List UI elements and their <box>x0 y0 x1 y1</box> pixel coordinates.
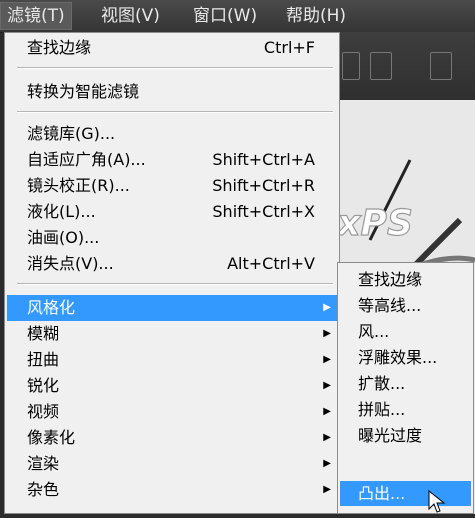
menu-item-label: 视频 <box>27 402 60 421</box>
submenu-item-trace-contour[interactable]: 等高线... <box>340 293 471 318</box>
options-toolbar <box>340 32 475 100</box>
submenu-item-find-edges[interactable]: 查找边缘 <box>340 267 471 292</box>
submenu-arrow-icon: ▶ <box>323 328 331 339</box>
submenu-item-extrude[interactable]: 凸出... <box>340 481 471 506</box>
submenu-item-solarize[interactable]: 曝光过度 <box>340 423 471 448</box>
menu-item-pixelate[interactable]: 像素化 ▶ <box>7 425 337 451</box>
menu-item-label: 模糊 <box>27 324 60 343</box>
menu-item-label: 液化(L)... <box>27 202 96 221</box>
submenu-item-tiles[interactable]: 拼贴... <box>340 397 471 422</box>
menu-window[interactable]: 窗口(W) <box>187 3 263 29</box>
submenu-arrow-icon: ▶ <box>323 354 331 365</box>
menu-item-label: 镜头校正(R)... <box>27 176 130 195</box>
menu-item-last-filter[interactable]: 查找边缘 Ctrl+F <box>7 35 337 61</box>
menu-item-label: 自适应广角(A)... <box>27 150 146 169</box>
menu-item-video[interactable]: 视频 ▶ <box>7 399 337 425</box>
menu-item-label: 拼贴... <box>358 400 406 419</box>
align-center-icon[interactable] <box>370 52 392 80</box>
menu-item-label: 像素化 <box>27 428 76 447</box>
menu-item-sharpen[interactable]: 锐化 ▶ <box>7 373 337 399</box>
distribute-icon[interactable] <box>342 52 360 80</box>
menu-item-adaptive-wide-angle[interactable]: 自适应广角(A)... Shift+Ctrl+A <box>7 147 337 173</box>
menu-item-label: 转换为智能滤镜 <box>27 82 140 101</box>
submenu-arrow-icon: ▶ <box>323 484 331 495</box>
menu-item-label: 曝光过度 <box>358 426 423 445</box>
menu-help[interactable]: 帮助(H) <box>280 3 352 29</box>
menu-item-liquify[interactable]: 液化(L)... Shift+Ctrl+X <box>7 199 337 225</box>
shortcut-label: Alt+Ctrl+V <box>227 254 315 273</box>
submenu-item-diffuse[interactable]: 扩散... <box>340 371 471 396</box>
menu-item-label: 消失点(V)... <box>27 254 114 273</box>
distribute-horizontal-icon[interactable] <box>430 52 452 80</box>
menu-item-stylize[interactable]: 风格化 ▶ <box>7 295 337 321</box>
menu-item-label: 油画(O)... <box>27 228 100 247</box>
mouse-cursor-icon <box>428 490 446 513</box>
menu-bar: 滤镜(T) 视图(V) 窗口(W) 帮助(H) <box>0 0 475 33</box>
submenu-item-emboss[interactable]: 浮雕效果... <box>340 345 471 370</box>
submenu-arrow-icon: ▶ <box>323 380 331 391</box>
menu-item-filter-gallery[interactable]: 滤镜库(G)... <box>7 121 337 147</box>
shortcut-label: Ctrl+F <box>263 38 315 57</box>
menu-item-lens-correction[interactable]: 镜头校正(R)... Shift+Ctrl+R <box>7 173 337 199</box>
menu-item-label: 扭曲 <box>27 350 60 369</box>
shortcut-label: Shift+Ctrl+R <box>212 176 315 195</box>
menu-item-blur[interactable]: 模糊 ▶ <box>7 321 337 347</box>
menu-item-label: 风格化 <box>27 298 76 317</box>
menu-item-label: 扩散... <box>358 374 406 393</box>
watermark-text: ixPS <box>340 203 413 244</box>
menu-item-distort[interactable]: 扭曲 ▶ <box>7 347 337 373</box>
menu-item-label: 锐化 <box>27 376 60 395</box>
submenu-arrow-icon: ▶ <box>323 406 331 417</box>
menu-item-label: 滤镜库(G)... <box>27 124 116 143</box>
menu-filter[interactable]: 滤镜(T) <box>0 2 72 30</box>
menu-separator <box>17 67 333 69</box>
menu-item-label: 杂色 <box>27 480 60 499</box>
shortcut-label: Shift+Ctrl+A <box>212 150 315 169</box>
submenu-item-wind[interactable]: 风... <box>340 319 471 344</box>
filter-menu: 查找边缘 Ctrl+F 转换为智能滤镜 滤镜库(G)... 自适应广角(A)..… <box>4 32 340 514</box>
menu-item-label: 凸出... <box>358 484 406 503</box>
menu-item-label: 查找边缘 <box>27 38 92 57</box>
menu-item-oil-paint[interactable]: 油画(O)... <box>7 225 337 251</box>
submenu-arrow-icon: ▶ <box>323 458 331 469</box>
menu-item-label: 风... <box>358 322 390 341</box>
menu-item-label: 渲染 <box>27 454 60 473</box>
menu-view[interactable]: 视图(V) <box>95 3 166 29</box>
shortcut-label: Shift+Ctrl+X <box>212 202 315 221</box>
menu-item-label: 等高线... <box>358 296 422 315</box>
menu-item-noise[interactable]: 杂色 ▶ <box>7 477 337 503</box>
menu-separator <box>17 283 333 285</box>
menu-item-vanishing-point[interactable]: 消失点(V)... Alt+Ctrl+V <box>7 251 337 277</box>
submenu-arrow-icon: ▶ <box>323 432 331 443</box>
submenu-arrow-icon: ▶ <box>323 302 331 313</box>
menu-item-render[interactable]: 渲染 ▶ <box>7 451 337 477</box>
stylize-submenu: 查找边缘 等高线... 风... 浮雕效果... 扩散... 拼贴... 曝光过… <box>337 262 474 514</box>
menu-item-convert-smart-filter[interactable]: 转换为智能滤镜 <box>7 79 337 105</box>
menu-item-label: 查找边缘 <box>358 270 423 289</box>
menu-item-label: 浮雕效果... <box>358 348 438 367</box>
menu-separator <box>17 111 333 113</box>
